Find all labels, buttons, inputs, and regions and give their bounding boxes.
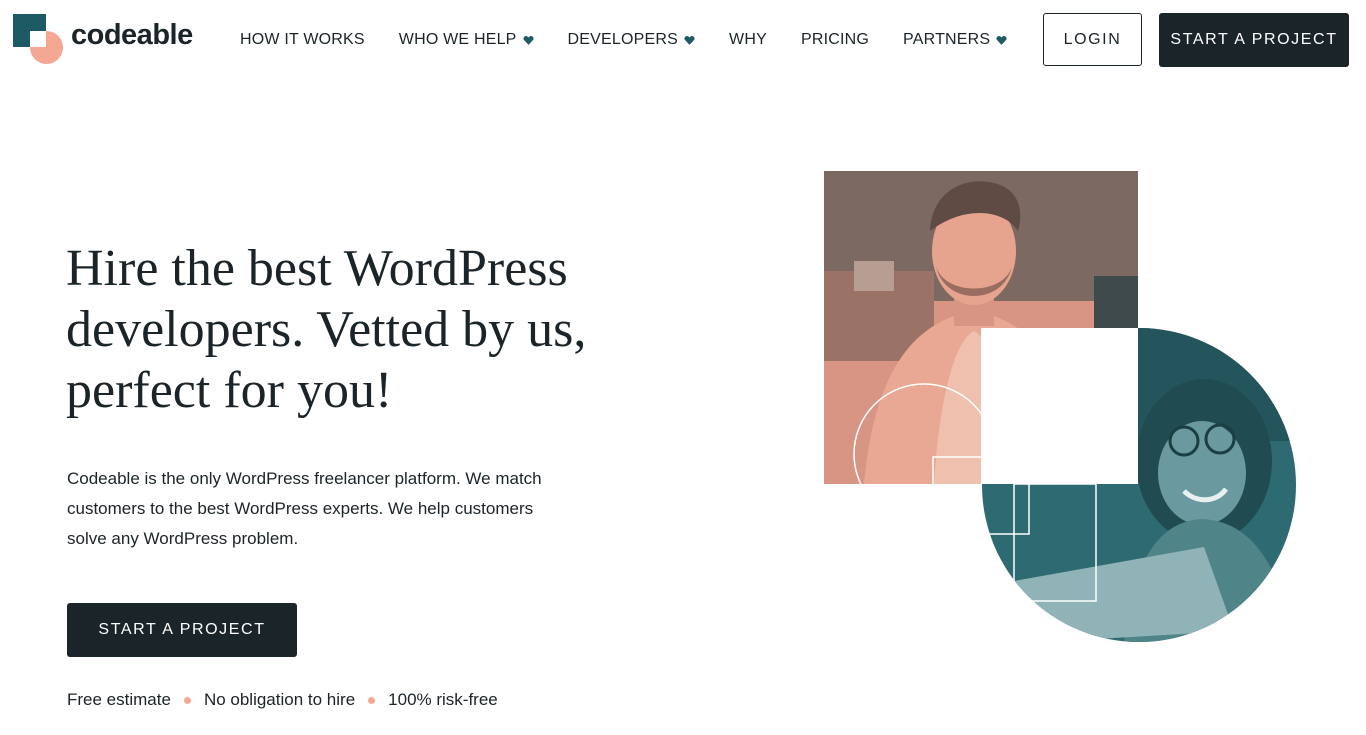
logo-text: codeable [71, 18, 193, 51]
nav-item-label: PARTNERS [903, 31, 991, 48]
perk-no-obligation: No obligation to hire [203, 690, 356, 709]
heart-chevron-down-icon [523, 35, 534, 45]
nav-item-how-it-works[interactable]: HOW IT WORKS [240, 31, 365, 49]
perks-list: Free estimate No obligation to hire 100%… [67, 690, 498, 710]
nav-item-why[interactable]: WHY [729, 31, 767, 49]
nav-item-label: DEVELOPERS [567, 31, 679, 48]
codeable-logo-icon [13, 14, 63, 64]
bullet-dot-icon [183, 696, 191, 704]
nav-item-pricing[interactable]: PRICING [801, 31, 869, 49]
nav-item-who-we-help[interactable]: WHO WE HELP [399, 31, 534, 49]
nav-item-label: PRICING [800, 31, 870, 48]
bullet-dot-icon [368, 696, 376, 704]
nav-item-label: HOW IT WORKS [240, 31, 365, 48]
nav-item-developers[interactable]: DEVELOPERS [568, 31, 695, 49]
hero-description: Codeable is the only WordPress freelance… [67, 469, 542, 548]
nav-item-label: WHY [729, 31, 767, 48]
perk-risk-free: 100% risk-free [388, 690, 498, 709]
hero-illustration [824, 171, 1296, 642]
main-nav: HOW IT WORKS WHO WE HELP DEVELOPERS WHY … [240, 28, 1041, 52]
heart-chevron-down-icon [684, 35, 695, 45]
heart-chevron-down-icon [996, 35, 1007, 45]
hero-title: Hire the best WordPress developers. Vett… [66, 238, 626, 421]
login-button[interactable]: LOGIN [1043, 13, 1142, 66]
nav-item-partners[interactable]: PARTNERS [903, 31, 1007, 49]
perk-free-estimate: Free estimate [67, 690, 171, 709]
hero-title-line: Hire the best WordPress [66, 240, 568, 297]
start-project-hero-button[interactable]: START A PROJECT [67, 603, 297, 657]
hero-title-line: perfect for you! [66, 362, 393, 419]
logo-link[interactable]: codeable [13, 14, 193, 64]
hero-title-line: developers. Vetted by us, [66, 301, 587, 358]
nav-item-label: WHO WE HELP [398, 31, 517, 48]
start-project-header-button[interactable]: START A PROJECT [1159, 13, 1349, 67]
